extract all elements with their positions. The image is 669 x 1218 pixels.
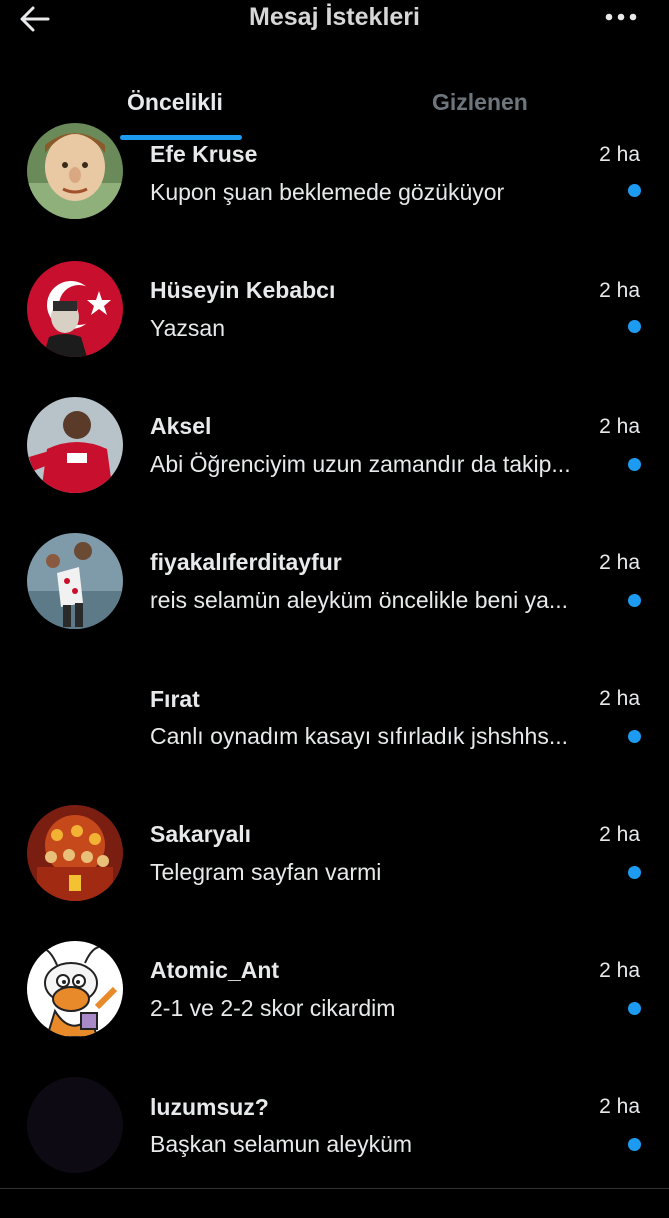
conversation-name: Fırat — [150, 686, 200, 712]
conversation-row[interactable]: Aksel Abi Öğrenciyim uzun zamandır da ta… — [0, 397, 669, 538]
conversation-preview: Canlı oynadım kasayı sıfırladık jshshhs.… — [150, 723, 569, 749]
conversation-name: fiyakalıferditayfur — [150, 549, 342, 575]
avatar[interactable] — [27, 261, 123, 357]
conversation-name: luzumsuz? — [150, 1094, 269, 1120]
avatar[interactable] — [27, 805, 123, 901]
conversation-preview: Abi Öğrenciyim uzun zamandır da takip... — [150, 451, 571, 477]
conversation-name: Hüseyin Kebabcı — [150, 277, 336, 303]
conversation-row[interactable]: Atomic_Ant 2-1 ve 2-2 skor cikardim 2 ha — [0, 941, 669, 1082]
conversation-time: 2 ha — [599, 279, 640, 302]
conversation-time: 2 ha — [599, 1095, 640, 1118]
conversation-time: 2 ha — [599, 823, 640, 846]
tab-oncelikli[interactable]: Öncelikli — [127, 89, 223, 116]
unread-indicator — [628, 866, 641, 879]
conversation-time: 2 ha — [599, 143, 640, 166]
avatar[interactable] — [27, 123, 123, 219]
conversation-row[interactable]: Fırat Canlı oynadım kasayı sıfırladık js… — [0, 669, 669, 810]
conversation-name: Aksel — [150, 413, 212, 439]
avatar[interactable] — [27, 397, 123, 493]
top-bar: Mesaj İstekleri — [0, 0, 669, 40]
unread-indicator — [628, 458, 641, 471]
conversation-preview: Telegram sayfan varmi — [150, 859, 382, 885]
conversation-preview: 2-1 ve 2-2 skor cikardim — [150, 995, 396, 1021]
conversation-row[interactable]: fiyakalıferditayfur reis selamün aleyküm… — [0, 533, 669, 674]
more-horizontal-icon — [605, 13, 637, 21]
conversation-preview: Başkan selamun aleyküm — [150, 1131, 413, 1157]
conversation-preview: reis selamün aleyküm öncelikle beni ya..… — [150, 587, 569, 613]
conversation-time: 2 ha — [599, 687, 640, 710]
conversation-preview: Kupon şuan beklemede gözüküyor — [150, 179, 505, 205]
conversation-row[interactable]: Efe Kruse Kupon şuan beklemede gözüküyor… — [0, 123, 669, 266]
conversation-name: Sakaryalı — [150, 821, 252, 847]
conversation-row[interactable]: luzumsuz? Başkan selamun aleyküm 2 ha — [0, 1077, 669, 1218]
unread-indicator — [628, 594, 641, 607]
conversation-row[interactable]: Sakaryalı Telegram sayfan varmi 2 ha — [0, 805, 669, 946]
conversation-time: 2 ha — [599, 415, 640, 438]
unread-indicator — [628, 1138, 641, 1151]
conversation-time: 2 ha — [599, 551, 640, 574]
page-title: Mesaj İstekleri — [249, 3, 420, 31]
conversation-preview: Yazsan — [150, 315, 226, 341]
conversation-name: Efe Kruse — [150, 141, 258, 167]
bottom-divider — [0, 1188, 669, 1189]
conversation-name: Atomic_Ant — [150, 957, 280, 983]
conversation-row[interactable]: Hüseyin Kebabcı Yazsan 2 ha — [0, 261, 669, 402]
unread-indicator — [628, 1002, 641, 1015]
unread-indicator — [628, 320, 641, 333]
tab-gizlenen[interactable]: Gizlenen — [432, 89, 528, 116]
avatar[interactable] — [27, 1077, 123, 1173]
conversation-time: 2 ha — [599, 959, 640, 982]
avatar[interactable] — [27, 941, 123, 1037]
unread-indicator — [628, 184, 641, 197]
unread-indicator — [628, 730, 641, 743]
more-button[interactable] — [601, 2, 641, 32]
avatar[interactable] — [27, 669, 123, 765]
avatar[interactable] — [27, 533, 123, 629]
